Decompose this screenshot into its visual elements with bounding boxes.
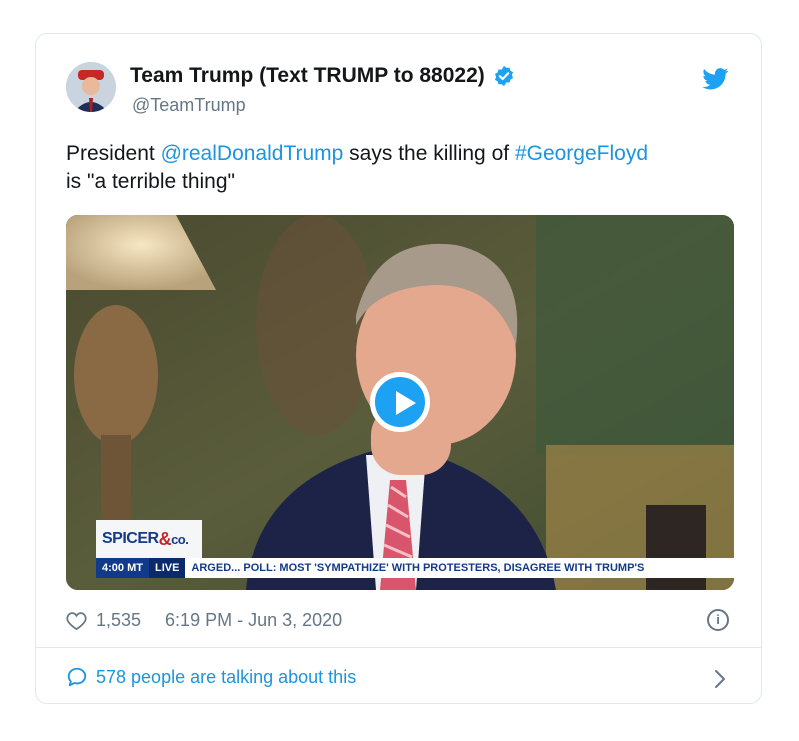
avatar-image bbox=[66, 62, 116, 112]
tweet-timestamp[interactable]: 6:19 PM - Jun 3, 2020 bbox=[165, 610, 342, 631]
text-suffix: is "a terrible thing" bbox=[66, 170, 235, 193]
play-icon[interactable] bbox=[370, 372, 430, 432]
brand-primary: SPICER bbox=[102, 530, 159, 547]
tweet-meta: 1,535 6:19 PM - Jun 3, 2020 bbox=[66, 610, 342, 631]
mention-link[interactable]: @realDonaldTrump bbox=[161, 142, 344, 165]
author-handle[interactable]: @TeamTrump bbox=[132, 95, 246, 116]
author-name[interactable]: Team Trump (Text TRUMP to 88022) bbox=[130, 64, 485, 88]
talking-text[interactable]: 578 people are talking about this bbox=[96, 667, 356, 688]
heart-icon[interactable] bbox=[66, 611, 87, 630]
speech-bubble-icon bbox=[67, 667, 87, 687]
info-icon[interactable]: i bbox=[707, 609, 729, 631]
chevron-right-icon[interactable] bbox=[714, 669, 726, 689]
twitter-bird-icon[interactable] bbox=[702, 68, 729, 90]
live-badge: LIVE bbox=[148, 558, 186, 578]
like-count[interactable]: 1,535 bbox=[96, 610, 141, 631]
news-ticker: ARGED... POLL: MOST 'SYMPATHIZE' WITH PR… bbox=[191, 562, 645, 574]
hashtag-link[interactable]: #GeorgeFloyd bbox=[515, 142, 648, 165]
show-brand-logo: SPICER & co. bbox=[96, 520, 202, 558]
divider bbox=[36, 647, 761, 648]
avatar[interactable] bbox=[66, 62, 116, 112]
conversation-link[interactable]: 578 people are talking about this bbox=[66, 666, 356, 688]
brand-amp: & bbox=[158, 528, 172, 549]
text-middle: says the killing of bbox=[343, 142, 515, 165]
text-prefix: President bbox=[66, 142, 161, 165]
brand-suffix: co. bbox=[171, 531, 189, 547]
broadcast-time: 4:00 MT bbox=[96, 558, 149, 578]
video-player[interactable]: SPICER & co. 4:00 MT LIVE ARGED... POLL: M… bbox=[66, 215, 734, 590]
tweet-text: President @realDonaldTrump says the kill… bbox=[66, 140, 736, 196]
verified-badge-icon bbox=[494, 65, 513, 87]
lower-third-bar: 4:00 MT LIVE ARGED... POLL: MOST 'SYMPAT… bbox=[96, 558, 734, 578]
author-name-row[interactable]: Team Trump (Text TRUMP to 88022) bbox=[130, 64, 515, 88]
tweet-card: Team Trump (Text TRUMP to 88022) @TeamTr… bbox=[35, 33, 762, 704]
